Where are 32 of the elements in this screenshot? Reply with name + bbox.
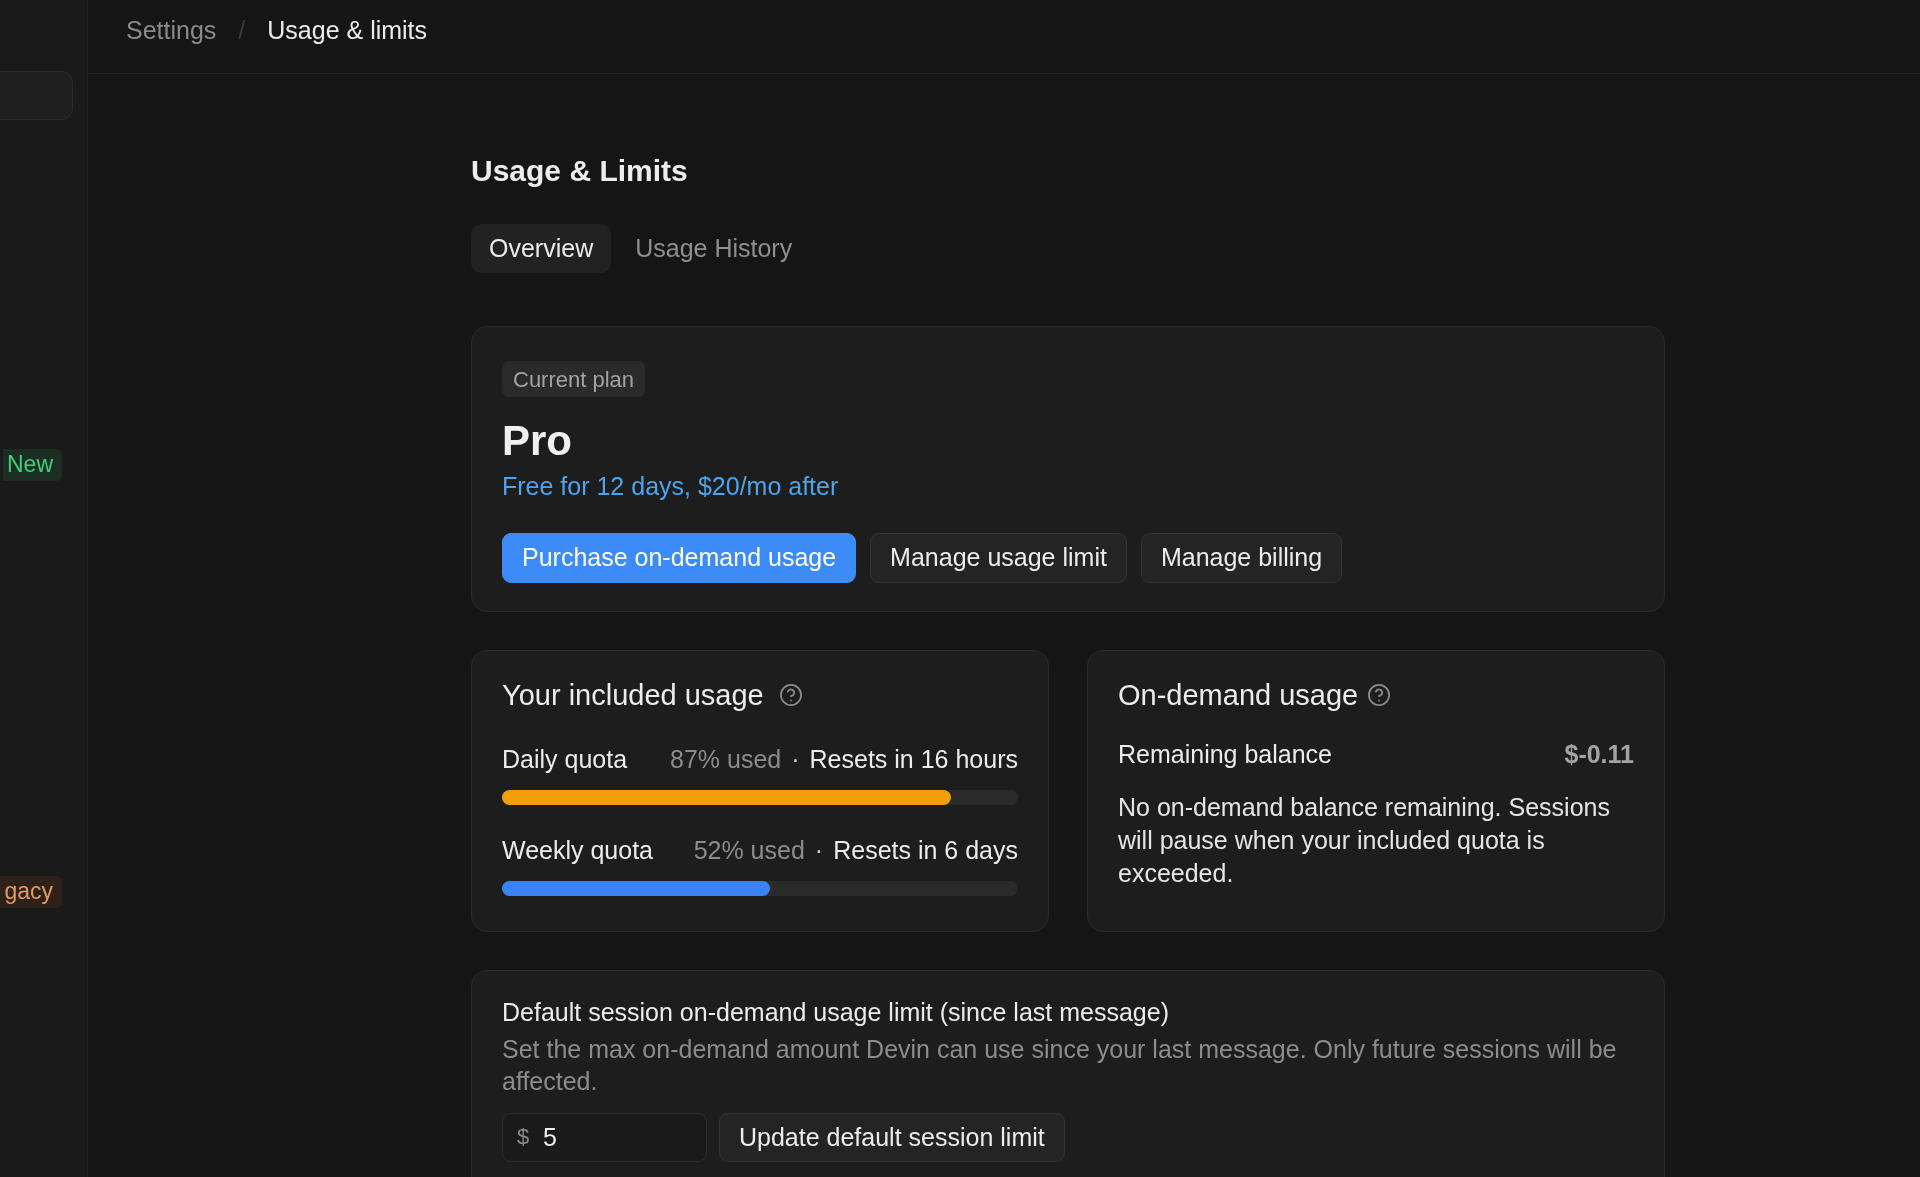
balance-message: No on-demand balance remaining. Sessions will pause when your included quota is exceeded. <box>1118 792 1611 889</box>
quota-reset: Resets in 16 hours <box>809 744 1018 774</box>
currency-prefix: $ <box>517 1124 530 1150</box>
balance-label: Remaining balance <box>1118 739 1333 769</box>
quota-used: 52% used <box>693 835 805 865</box>
quota-used: 87% used <box>670 744 782 774</box>
card-title: Your included usage <box>502 678 764 712</box>
status-badge: gacy <box>0 875 62 908</box>
plan-note: Free for 12 days, $20/mo after <box>502 471 840 501</box>
action-button[interactable]: Manage billing <box>1140 533 1343 583</box>
tab[interactable]: Overview <box>471 224 612 273</box>
balance-value: $-0.11 <box>1564 739 1634 769</box>
separator-dot: · <box>814 835 824 865</box>
section-description: Set the max on-demand amount Devin can use since your last message. Only future sessions will be affected. <box>502 1034 1618 1097</box>
breadcrumb-link[interactable]: Settings <box>126 11 217 50</box>
page-title: Usage & Limits <box>471 153 689 189</box>
plan-name: Pro <box>502 416 573 466</box>
separator-dot: · <box>791 744 800 774</box>
card-title: On-demand usage <box>1118 678 1359 712</box>
status-badge: New <box>3 448 62 481</box>
breadcrumb-separator: / <box>238 14 246 46</box>
update-limit-button[interactable]: Update default session limit <box>719 1113 1065 1162</box>
action-button[interactable]: Manage usage limit <box>870 533 1127 583</box>
plan-badge: Current plan <box>502 361 646 397</box>
tab[interactable]: Usage History <box>617 224 811 273</box>
help-icon[interactable] <box>779 684 802 706</box>
breadcrumb-link[interactable]: Usage & limits <box>267 11 428 50</box>
quota-reset: Resets in 6 days <box>833 835 1018 865</box>
quota-name: Daily quota <box>502 744 628 774</box>
section-title: Default session on-demand usage limit (since last message) <box>502 997 1170 1027</box>
quota-name: Weekly quota <box>502 835 653 865</box>
help-icon[interactable] <box>1368 684 1391 706</box>
